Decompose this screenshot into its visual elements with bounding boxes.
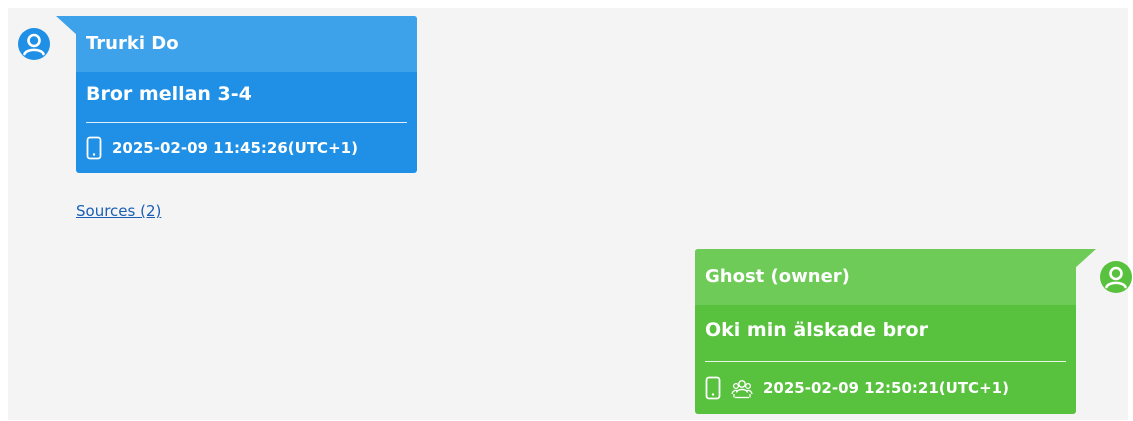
bubble-tail xyxy=(1074,249,1096,269)
incoming-message-bubble[interactable]: Trurki Do Bror mellan 3-4 2025-02-09 11:… xyxy=(76,16,417,173)
message-sender-name: Trurki Do xyxy=(76,16,417,72)
message-footer: 2025-02-09 12:50:21(UTC+1) xyxy=(695,362,1076,414)
bubble-tail xyxy=(56,16,78,36)
message-timestamp: 2025-02-09 11:45:26(UTC+1) xyxy=(112,139,358,157)
message-sender-name: Ghost (owner) xyxy=(695,249,1076,305)
message-footer: 2025-02-09 11:45:26(UTC+1) xyxy=(76,123,417,173)
group-icon xyxy=(731,377,753,399)
owner-avatar-icon xyxy=(1100,261,1132,293)
mobile-phone-icon xyxy=(705,376,721,400)
mobile-phone-icon xyxy=(86,136,102,160)
chat-conversation: Trurki Do Bror mellan 3-4 2025-02-09 11:… xyxy=(8,8,1132,420)
message-text: Bror mellan 3-4 xyxy=(86,83,252,105)
message-timestamp: 2025-02-09 12:50:21(UTC+1) xyxy=(763,379,1009,397)
outgoing-message-bubble[interactable]: Ghost (owner) Oki min älskade bror 2025-… xyxy=(695,249,1076,414)
sources-link[interactable]: Sources (2) xyxy=(76,202,161,220)
sender-avatar-icon xyxy=(18,28,50,60)
message-text: Oki min älskade bror xyxy=(705,319,928,341)
